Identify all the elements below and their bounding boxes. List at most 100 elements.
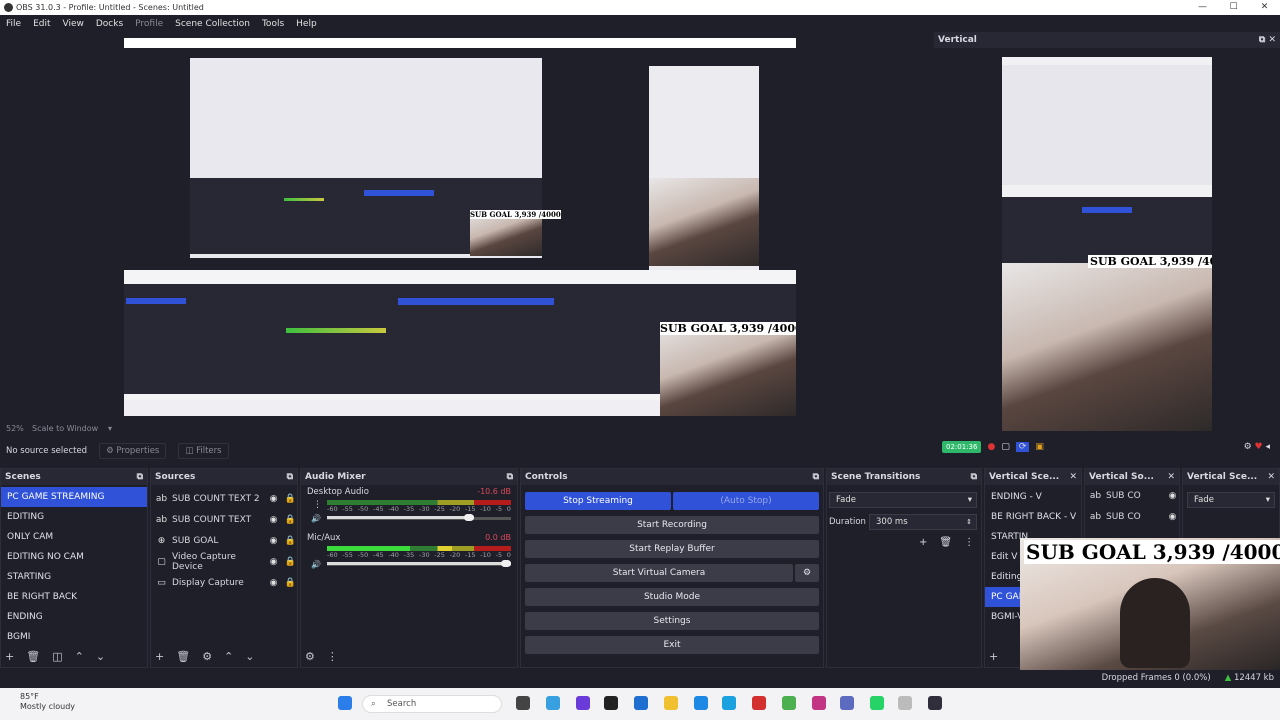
menu-tools[interactable]: Tools	[256, 19, 290, 29]
maximize-button[interactable]: ☐	[1218, 0, 1249, 15]
vertical-refresh-icon[interactable]: ⟳	[1015, 442, 1030, 452]
sources-undock-icon[interactable]: ⧉	[287, 472, 293, 482]
scene-item[interactable]: ONLY CAM	[1, 527, 147, 547]
whatsapp-icon[interactable]	[870, 696, 884, 710]
add-transition-icon[interactable]: +	[919, 537, 927, 548]
close-button[interactable]: ✕	[1249, 0, 1280, 15]
scene-up-icon[interactable]: ⌃	[75, 650, 84, 663]
volume-slider[interactable]: 🔊	[311, 513, 511, 523]
transition-select[interactable]: Fade ▾	[829, 492, 977, 508]
scene-item[interactable]: ENDING	[1, 607, 147, 627]
scene-filter-icon[interactable]: ◫	[52, 650, 62, 663]
main-preview[interactable]: SUB GOAL 3,939 /4000 SUB GOAL 3,939 /400…	[0, 32, 930, 424]
menu-profile[interactable]: Profile	[129, 19, 169, 29]
transitions-undock-icon[interactable]: ⧉	[971, 472, 977, 482]
menu-docks[interactable]: Docks	[90, 19, 129, 29]
scale-dropdown-icon[interactable]: ▾	[108, 424, 112, 433]
studio-mode-button[interactable]: Studio Mode	[525, 588, 819, 606]
source-item[interactable]: ⊕ SUB GOAL ◉ 🔒	[151, 530, 297, 551]
mixer-menu-icon[interactable]: ⋮	[327, 650, 338, 663]
app-icon[interactable]	[576, 696, 590, 710]
scene-item[interactable]: BGMI	[1, 627, 147, 647]
edge-icon[interactable]	[722, 696, 736, 710]
vscene-item[interactable]: BE RIGHT BACK - V	[985, 507, 1081, 527]
remove-transition-icon[interactable]: 🗑	[939, 537, 952, 548]
vtrans-select[interactable]: Fade ▾	[1187, 492, 1275, 508]
settings-button[interactable]: Settings	[525, 612, 819, 630]
pinterest-icon[interactable]	[752, 696, 766, 710]
eye-icon[interactable]: ◉	[267, 515, 280, 525]
add-vscene-icon[interactable]: +	[989, 650, 998, 663]
minimize-button[interactable]: —	[1187, 0, 1218, 15]
eye-icon[interactable]: ◉	[1166, 512, 1179, 522]
eye-icon[interactable]: ◉	[267, 557, 280, 567]
weather-widget[interactable]: 85°F Mostly cloudy	[20, 692, 75, 712]
vtrans-close-icon[interactable]: ✕	[1267, 472, 1275, 482]
menu-help[interactable]: Help	[290, 19, 323, 29]
store-icon[interactable]	[634, 696, 648, 710]
scenes-undock-icon[interactable]: ⧉	[137, 472, 143, 482]
source-down-icon[interactable]: ⌄	[245, 650, 254, 663]
lock-icon[interactable]: 🔒	[284, 494, 297, 504]
start-virtual-camera-button[interactable]: Start Virtual Camera	[525, 564, 793, 582]
vertical-camera-icon[interactable]: ▢	[1001, 442, 1010, 452]
app-icon[interactable]	[898, 696, 912, 710]
chrome-icon[interactable]	[782, 696, 796, 710]
lock-icon[interactable]: 🔒	[284, 578, 297, 588]
scale-mode[interactable]: Scale to Window	[32, 424, 98, 433]
discord-icon[interactable]	[840, 696, 854, 710]
scene-down-icon[interactable]: ⌄	[96, 650, 105, 663]
menu-dots-icon[interactable]: ⋮	[313, 500, 322, 510]
taskbar-search[interactable]: ⌕ Search	[362, 695, 502, 713]
menu-scene-collection[interactable]: Scene Collection	[169, 19, 256, 29]
file-explorer-icon[interactable]	[664, 696, 678, 710]
menu-file[interactable]: File	[0, 19, 27, 29]
source-item[interactable]: ab SUB COUNT TEXT ◉ 🔒	[151, 509, 297, 530]
filters-button[interactable]: ◫ Filters	[178, 443, 229, 459]
vertical-folder-icon[interactable]: ▣	[1035, 442, 1044, 452]
speaker-icon[interactable]: 🔊	[311, 514, 321, 523]
remove-scene-icon[interactable]: 🗑	[26, 650, 40, 663]
stop-streaming-button[interactable]: Stop Streaming	[525, 492, 671, 510]
add-scene-icon[interactable]: +	[5, 650, 14, 663]
lock-icon[interactable]: 🔒	[284, 557, 297, 567]
vsources-close-icon[interactable]: ✕	[1167, 472, 1175, 482]
vertical-record-icon[interactable]: ●	[987, 442, 995, 452]
vertical-settings-icon[interactable]: ⚙ ♥ ◂	[1244, 442, 1270, 452]
obs-taskbar-icon[interactable]	[928, 696, 942, 710]
volume-slider[interactable]: 🔊	[311, 559, 511, 569]
vertical-dock-controls[interactable]: ⧉ ✕	[1259, 35, 1276, 45]
menu-view[interactable]: View	[57, 19, 90, 29]
source-item[interactable]: ab SUB COUNT TEXT 2 ◉ 🔒	[151, 488, 297, 509]
start-recording-button[interactable]: Start Recording	[525, 516, 819, 534]
lock-icon[interactable]: 🔒	[284, 536, 297, 546]
scene-item[interactable]: STARTING	[1, 567, 147, 587]
vscenes-close-icon[interactable]: ✕	[1069, 472, 1077, 482]
scene-item[interactable]: PC GAME STREAMING	[1, 487, 147, 507]
spinner-icon[interactable]: ⇕	[966, 515, 972, 529]
scene-item[interactable]: EDITING	[1, 507, 147, 527]
vsource-item[interactable]: ab SUB CO ◉	[1085, 485, 1179, 506]
eye-icon[interactable]: ◉	[267, 494, 280, 504]
task-view-icon[interactable]	[516, 696, 530, 710]
source-item[interactable]: ▢ Video Capture Device ◉ 🔒	[151, 551, 297, 572]
lock-icon[interactable]: 🔒	[284, 515, 297, 525]
copilot-icon[interactable]	[546, 696, 560, 710]
app-icon[interactable]	[694, 696, 708, 710]
transition-menu-icon[interactable]: ⋮	[964, 537, 974, 548]
remove-source-icon[interactable]: 🗑	[176, 650, 190, 663]
add-source-icon[interactable]: +	[155, 650, 164, 663]
mixer-undock-icon[interactable]: ⧉	[507, 472, 513, 482]
source-up-icon[interactable]: ⌃	[224, 650, 233, 663]
scene-item[interactable]: BE RIGHT BACK	[1, 587, 147, 607]
vscene-item[interactable]: ENDING - V	[985, 487, 1081, 507]
eye-icon[interactable]: ◉	[1166, 491, 1179, 501]
controls-undock-icon[interactable]: ⧉	[813, 472, 819, 482]
duration-input[interactable]: 300 ms ⇕	[869, 514, 977, 530]
menu-edit[interactable]: Edit	[27, 19, 56, 29]
eye-icon[interactable]: ◉	[267, 578, 280, 588]
virtual-camera-settings-icon[interactable]: ⚙	[795, 564, 819, 582]
source-settings-icon[interactable]: ⚙	[202, 650, 212, 663]
scene-item[interactable]: EDITING NO CAM	[1, 547, 147, 567]
speaker-icon[interactable]: 🔊	[311, 560, 321, 569]
